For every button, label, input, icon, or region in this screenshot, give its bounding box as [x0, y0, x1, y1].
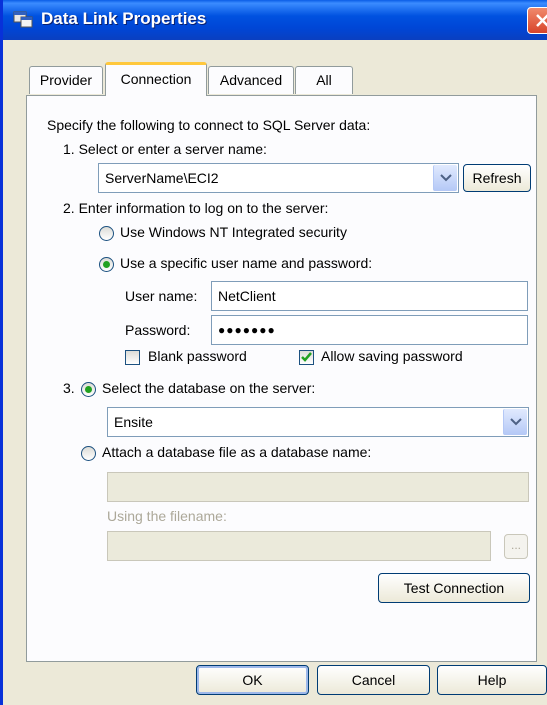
- using-filename-label: Using the filename:: [107, 508, 227, 524]
- server-name-combo[interactable]: ServerName\ECI2: [98, 163, 459, 193]
- username-input[interactable]: NetClient: [211, 281, 528, 311]
- browse-button[interactable]: ...: [504, 534, 528, 559]
- allow-saving-label: Allow saving password: [321, 348, 463, 364]
- close-button[interactable]: [527, 7, 547, 34]
- server-dropdown-button[interactable]: [433, 165, 457, 191]
- chevron-down-icon: [510, 418, 522, 426]
- refresh-button[interactable]: Refresh: [463, 164, 531, 192]
- radio-attach-database[interactable]: [81, 446, 96, 461]
- help-button[interactable]: Help: [437, 665, 547, 695]
- step1-label: 1. Select or enter a server name:: [63, 141, 267, 157]
- radio-nt-security[interactable]: [99, 226, 114, 241]
- tab-provider[interactable]: Provider: [29, 66, 103, 94]
- radio-specific-user[interactable]: [99, 257, 114, 272]
- tab-connection[interactable]: Connection: [105, 62, 207, 96]
- blank-password-checkbox[interactable]: [125, 350, 140, 365]
- tab-all[interactable]: All: [295, 66, 353, 94]
- window-title: Data Link Properties: [41, 9, 207, 28]
- database-combo[interactable]: Ensite: [107, 407, 529, 437]
- allow-saving-checkbox[interactable]: [299, 350, 314, 365]
- checkmark-icon: [301, 352, 312, 362]
- username-label: User name:: [125, 288, 198, 304]
- radio-attach-label: Attach a database file as a database nam…: [102, 444, 372, 460]
- server-name-value: ServerName\ECI2: [105, 170, 219, 186]
- radio-select-database-label: Select the database on the server:: [102, 380, 316, 396]
- database-value: Ensite: [114, 414, 153, 430]
- password-label: Password:: [125, 322, 191, 338]
- radio-specific-label: Use a specific user name and password:: [120, 255, 373, 271]
- title-bar[interactable]: Data Link Properties: [3, 0, 547, 40]
- tab-advanced[interactable]: Advanced: [208, 66, 294, 94]
- radio-nt-label: Use Windows NT Integrated security: [120, 224, 347, 240]
- radio-select-database[interactable]: [81, 382, 96, 397]
- filename-input[interactable]: [107, 531, 491, 561]
- step3-prefix: 3.: [63, 380, 75, 396]
- password-input[interactable]: ●●●●●●●: [211, 315, 528, 345]
- data-link-app-icon: [13, 11, 33, 28]
- blank-password-label: Blank password: [148, 348, 247, 364]
- step2-label: 2. Enter information to log on to the se…: [63, 200, 329, 216]
- database-dropdown-button[interactable]: [503, 409, 527, 435]
- test-connection-button[interactable]: Test Connection: [378, 573, 530, 603]
- ok-button[interactable]: OK: [196, 665, 309, 695]
- close-icon: [536, 14, 547, 27]
- dialog-window: Data Link Properties Provider Connection…: [0, 0, 547, 705]
- chevron-down-icon: [440, 174, 452, 182]
- intro-text: Specify the following to connect to SQL …: [47, 117, 371, 133]
- attach-database-name-input[interactable]: [107, 472, 529, 502]
- cancel-button[interactable]: Cancel: [317, 665, 430, 695]
